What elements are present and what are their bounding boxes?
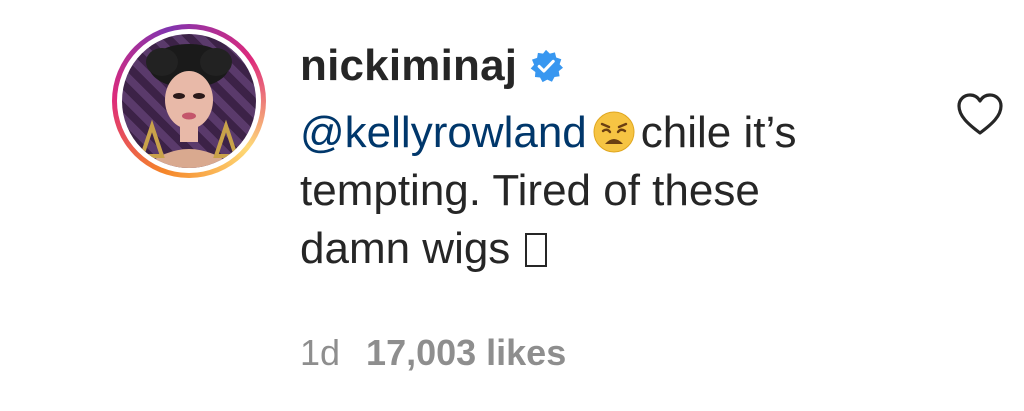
avatar[interactable] — [122, 34, 256, 168]
username-link[interactable]: nickiminaj — [300, 40, 517, 92]
likes-count-link[interactable]: 17,003 likes — [366, 332, 566, 374]
heart-outline-icon — [957, 93, 1003, 135]
missing-glyph-icon — [524, 233, 547, 267]
story-ring[interactable] — [112, 24, 266, 178]
comment-text-line1: chile it’s — [640, 108, 797, 157]
comment-text: @kellyrowland chile it’s tempting. Tired… — [300, 104, 900, 278]
timestamp[interactable]: 1d — [300, 332, 340, 374]
avatar-gap — [117, 29, 261, 173]
like-button[interactable] — [956, 92, 1004, 136]
comment-text-line3: damn wigs — [300, 224, 511, 273]
weary-face-emoji-icon — [593, 110, 635, 153]
comment-meta: 1d 17,003 likes — [300, 332, 566, 374]
verified-badge-icon — [529, 49, 564, 83]
avatar-portrait-icon — [139, 44, 239, 168]
comment-item: nickiminaj @kellyrowland chile it’s temp… — [0, 0, 1024, 411]
comment-text-line2: tempting. Tired of these — [300, 166, 760, 215]
username-row: nickiminaj — [300, 40, 564, 92]
mention-link[interactable]: @kellyrowland — [300, 108, 587, 157]
